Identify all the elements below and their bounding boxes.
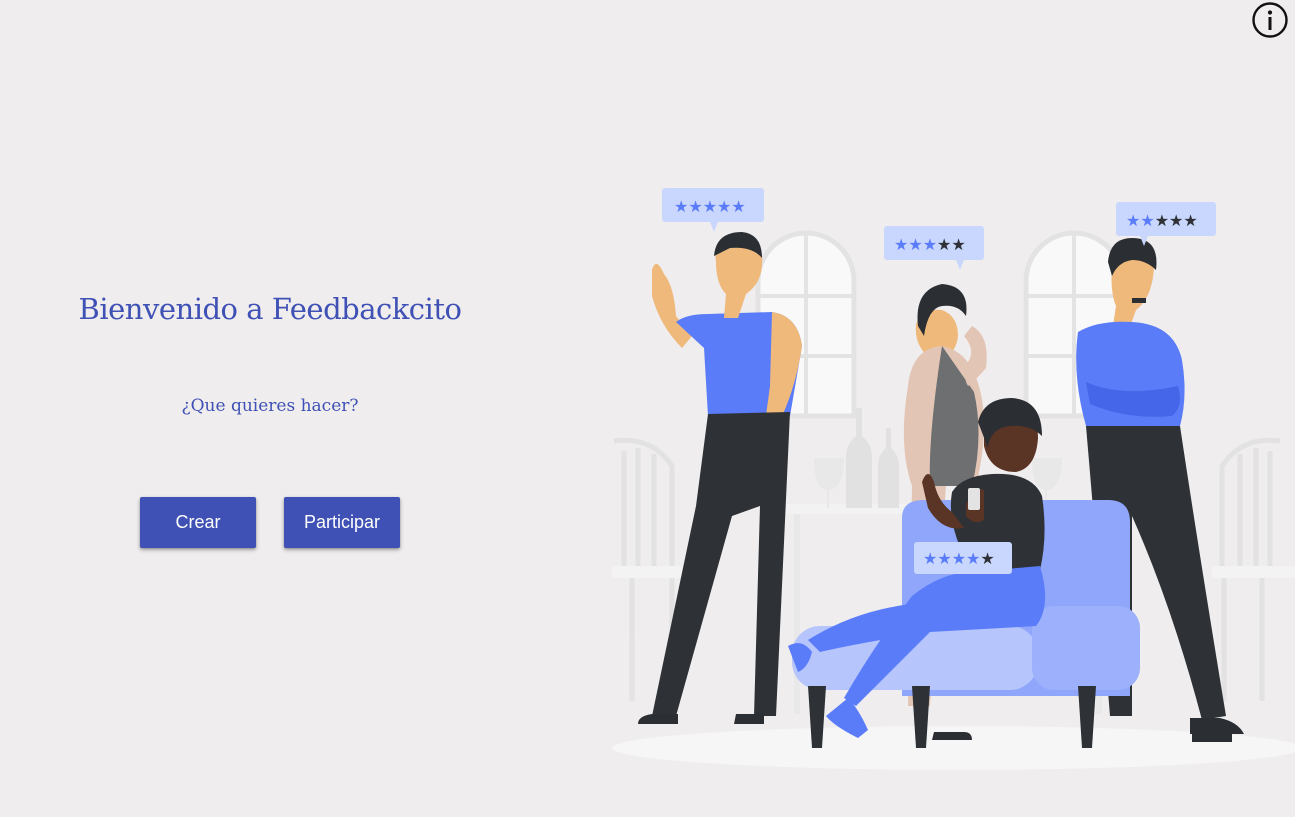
question-text: ¿Que quieres hacer? [181,396,359,416]
rating-bubble-woman-standing: ★★★★★ [884,226,984,270]
create-button[interactable]: Crear [140,497,256,548]
people-feedback-illustration: ★★★★★ ★★★★★ ★★★★★ ★★★★★ [612,188,1295,770]
rating-bubble-woman-sitting: ★★★★★ [914,542,1012,574]
rating-bubble-man-left: ★★★★★ [662,188,764,232]
chair-right [1212,437,1295,701]
stars-5-of-5: ★★★★★ [674,197,746,216]
svg-text:★★★★★: ★★★★★ [1126,211,1198,230]
svg-text:★★★★★: ★★★★★ [674,197,746,216]
join-button[interactable]: Participar [284,497,400,548]
svg-text:★★★★★: ★★★★★ [923,549,995,568]
info-button[interactable] [1252,2,1288,38]
svg-text:★★★★★: ★★★★★ [894,235,966,254]
app-root: Bienvenido a Feedbackcito ¿Que quieres h… [0,0,1295,817]
page-title: Bienvenido a Feedbackcito [78,292,462,326]
info-circle-icon [1252,2,1288,38]
